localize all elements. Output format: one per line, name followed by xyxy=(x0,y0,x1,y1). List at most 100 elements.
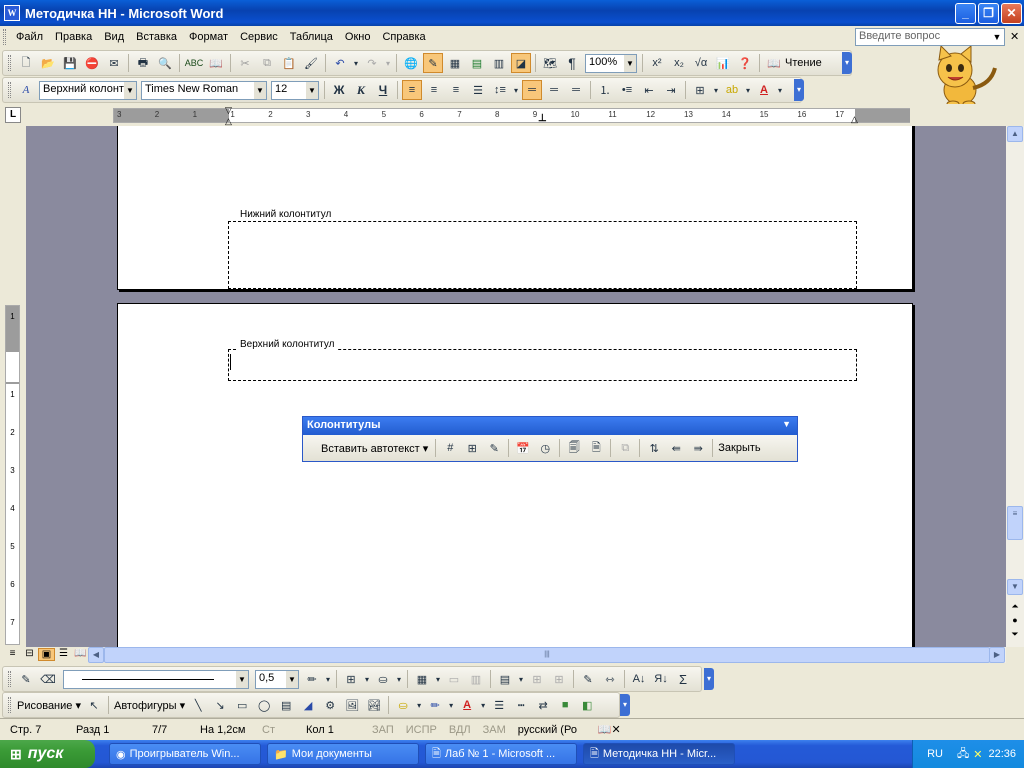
diagram-icon[interactable]: ⚙ xyxy=(320,695,340,715)
justify-icon[interactable]: ☰ xyxy=(468,80,488,100)
tab-selector-icon[interactable]: L xyxy=(5,107,21,123)
font-color-icon[interactable]: A xyxy=(754,80,774,100)
scroll-right-icon[interactable]: ▶ xyxy=(989,647,1005,663)
menu-file[interactable]: Файл xyxy=(10,26,49,48)
paragraph-icon[interactable]: ═ xyxy=(566,80,586,100)
italic-button[interactable]: К xyxy=(351,80,371,100)
web-layout-icon[interactable]: ⊟ xyxy=(21,648,38,661)
line-tool-icon[interactable]: ╲ xyxy=(188,695,208,715)
paste-icon[interactable]: 📋 xyxy=(279,53,299,73)
superscript-icon[interactable]: x² xyxy=(647,53,667,73)
close-button[interactable]: ✕ xyxy=(1001,3,1022,24)
table-autoformat-icon[interactable]: ✎ xyxy=(578,669,598,689)
redo-icon[interactable]: ↷ xyxy=(362,53,382,73)
center-tab-icon[interactable]: ⊥ xyxy=(538,113,547,124)
merge-cells-icon[interactable]: ▭ xyxy=(444,669,464,689)
columns-icon[interactable]: ▥ xyxy=(489,53,509,73)
style-dropdown-icon[interactable]: ▼ xyxy=(124,81,136,99)
line-style-dropdown-icon[interactable]: ▼ xyxy=(236,670,248,688)
sort-asc-icon[interactable]: A↓ xyxy=(629,669,649,689)
scroll-down-icon[interactable]: ▼ xyxy=(1007,579,1023,595)
undo-dropdown-icon[interactable]: ▾ xyxy=(352,53,360,73)
oval-tool-icon[interactable]: ◯ xyxy=(254,695,274,715)
hf-toolbar-menu-icon[interactable]: ▼ xyxy=(782,419,791,429)
distribute-cols-icon[interactable]: ⊞ xyxy=(549,669,569,689)
redo-dropdown-icon[interactable]: ▾ xyxy=(384,53,392,73)
insert-page-count-icon[interactable]: ⊞ xyxy=(462,438,482,458)
cut-icon[interactable]: ✂ xyxy=(235,53,255,73)
document-map-icon[interactable]: 🗺 xyxy=(540,53,560,73)
sort-desc-icon[interactable]: Я↓ xyxy=(651,669,671,689)
line-spacing-dropdown-icon[interactable]: ▾ xyxy=(512,80,520,100)
read-mode-label[interactable]: Чтение xyxy=(785,57,822,69)
insert-date-icon[interactable]: 📅 xyxy=(513,438,533,458)
arrow-style-icon[interactable]: ⇄ xyxy=(533,695,553,715)
print-icon[interactable]: 🖶 xyxy=(133,53,153,73)
hf-toolbar-title-bar[interactable]: Колонтитулы ▼ xyxy=(303,417,797,435)
page-current[interactable]: Верхний колонтитул xyxy=(117,303,913,647)
drawing-toolbar-grip[interactable] xyxy=(8,697,11,713)
hf-close-button[interactable]: Закрыть xyxy=(716,442,762,454)
fill-color-dropdown-icon[interactable]: ▾ xyxy=(415,695,423,715)
draw-font-color-dropdown-icon[interactable]: ▾ xyxy=(479,695,487,715)
dash-style-icon[interactable]: ┅ xyxy=(511,695,531,715)
doc-close-icon[interactable]: ✕ xyxy=(1010,30,1019,43)
split-cells-icon[interactable]: ▥ xyxy=(466,669,486,689)
3d-style-icon[interactable]: ◧ xyxy=(577,695,597,715)
vertical-ruler[interactable]: 1 1 2 3 4 5 6 7 xyxy=(5,305,20,645)
standard-toolbar-options-icon[interactable]: ▾ xyxy=(842,52,852,74)
zoom-select[interactable]: 100% ▼ xyxy=(585,53,637,73)
formatting-toolbar-options-icon[interactable]: ▾ xyxy=(794,79,804,101)
insert-time-icon[interactable]: ◷ xyxy=(535,438,555,458)
status-ovr[interactable]: ЗАМ xyxy=(477,724,512,736)
format-painter-icon[interactable]: 🖌 xyxy=(301,53,321,73)
prev-page-icon[interactable]: ⏶ xyxy=(1007,599,1023,613)
shading-color-icon[interactable]: ⛀ xyxy=(373,669,393,689)
read-mode-icon[interactable]: 📖 xyxy=(764,53,784,73)
new-doc-icon[interactable]: 🗋 xyxy=(16,53,36,73)
equation-icon[interactable]: √α xyxy=(691,53,711,73)
minimize-button[interactable]: _ xyxy=(955,3,976,24)
title-bar[interactable]: W Методичка НН - Microsoft Word xyxy=(0,0,1024,26)
font-color-dropdown-icon[interactable]: ▾ xyxy=(776,80,784,100)
subscript-icon[interactable]: x₂ xyxy=(669,53,689,73)
line-style-icon[interactable]: ☰ xyxy=(489,695,509,715)
cell-align-icon[interactable]: ▤ xyxy=(495,669,515,689)
clipart-icon[interactable]: 🖼 xyxy=(342,695,362,715)
chart-icon[interactable]: 📊 xyxy=(713,53,733,73)
security-icon[interactable]: ✕ xyxy=(973,748,982,761)
insert-table-icon[interactable]: ▦ xyxy=(445,53,465,73)
formatting-toolbar-grip[interactable] xyxy=(8,82,11,98)
outline-view-icon[interactable]: ☰ xyxy=(55,648,72,661)
show-next-icon[interactable]: ⇛ xyxy=(688,438,708,458)
menubar-grip[interactable] xyxy=(3,29,6,45)
status-rec[interactable]: ЗАП xyxy=(366,724,400,736)
rectangle-tool-icon[interactable]: ▭ xyxy=(232,695,252,715)
align-left-icon[interactable]: ≡ xyxy=(402,80,422,100)
text-direction-icon[interactable]: ⇿ xyxy=(600,669,620,689)
help-icon[interactable]: ❓ xyxy=(735,53,755,73)
task-metodichka-word[interactable]: 🗎 Методичка НН - Micr... xyxy=(583,743,735,765)
show-previous-icon[interactable]: ⇚ xyxy=(666,438,686,458)
reading-layout-icon[interactable]: 📖 xyxy=(72,648,89,661)
outside-border-dropdown-icon[interactable]: ▾ xyxy=(363,669,371,689)
undo-icon[interactable]: ↶ xyxy=(330,53,350,73)
page-previous[interactable]: Нижний колонтитул xyxy=(117,126,913,290)
task-my-documents[interactable]: 📁 Мои документы xyxy=(267,743,419,765)
save-icon[interactable]: 💾 xyxy=(60,53,80,73)
line-spacing-icon[interactable]: ↕≡ xyxy=(490,80,510,100)
menu-window[interactable]: Окно xyxy=(339,26,377,48)
numbering-icon[interactable]: ⒈ xyxy=(595,80,615,100)
align-center-icon[interactable]: ≡ xyxy=(424,80,444,100)
drawing-icon[interactable]: ◪ xyxy=(511,53,531,73)
wordart-icon[interactable]: ◢ xyxy=(298,695,318,715)
line-weight-dropdown-icon[interactable]: ▼ xyxy=(286,670,298,688)
copy-icon[interactable]: ⧉ xyxy=(257,53,277,73)
scroll-left-icon[interactable]: ◀ xyxy=(88,647,104,663)
right-indent-icon[interactable]: △ xyxy=(851,114,858,125)
arrow-tool-icon[interactable]: ↘ xyxy=(210,695,230,715)
horizontal-ruler[interactable]: 3 2 1 1 2 3 4 5 6 7 8 9 10 11 12 13 14 15 16 17 xyxy=(113,108,910,123)
first-line-indent-icon[interactable]: ▽ xyxy=(225,105,232,116)
select-objects-icon[interactable]: ↖ xyxy=(84,695,104,715)
menu-help[interactable]: Справка xyxy=(376,26,431,48)
